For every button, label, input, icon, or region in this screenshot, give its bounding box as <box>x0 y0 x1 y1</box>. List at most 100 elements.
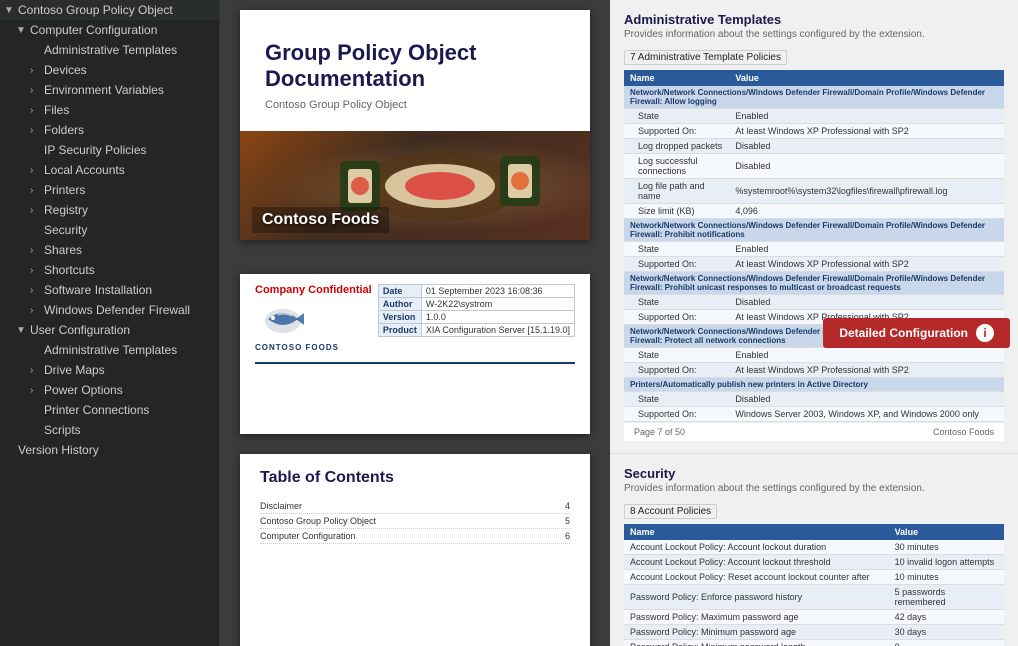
spacer <box>30 225 44 236</box>
sidebar-item-security[interactable]: Security <box>0 220 219 240</box>
arrow-icon: › <box>30 125 44 136</box>
spacer <box>30 405 44 416</box>
security-section: Security Provides information about the … <box>610 454 1018 646</box>
policy-row: Supported On:Windows Server 2003, Window… <box>624 407 1004 422</box>
conf-company-name: CONTOSO FOODS <box>255 343 339 352</box>
arrow-icon: › <box>30 185 44 196</box>
sidebar-item-admin-templates-2[interactable]: Administrative Templates <box>0 340 219 360</box>
arrow-icon: ▼ <box>16 25 30 36</box>
sidebar-env-vars-label: Environment Variables <box>44 83 213 97</box>
account-policies-badge: 8 Account Policies <box>624 504 717 519</box>
conf-logo-area: Company Confidential CONTOSO FOO <box>255 284 372 352</box>
toc-item-page: 5 <box>565 516 570 526</box>
food-image: Contoso Foods <box>240 131 590 240</box>
policy-row: Network/Network Connections/Windows Defe… <box>624 219 1004 242</box>
toc-row: Computer Configuration6 <box>260 529 570 544</box>
sidebar-devices-label: Devices <box>44 63 213 77</box>
policy-value: Enabled <box>729 242 1004 257</box>
conf-info-table: Date 01 September 2023 16:08:36 Author W… <box>378 284 575 337</box>
badge-detailed-config: Detailed Configuration i <box>823 318 1010 348</box>
sidebar-item-local-accounts[interactable]: › Local Accounts <box>0 160 219 180</box>
slide-title-content: Group Policy Object Documentation Contos… <box>240 10 590 131</box>
preview-area: Group Policy Object Documentation Contos… <box>220 0 1018 646</box>
admin-title: Administrative Templates <box>624 12 1004 27</box>
policy-row: Printers/Automatically publish new print… <box>624 378 1004 392</box>
sidebar-printer-connections-label: Printer Connections <box>44 403 213 417</box>
sidebar-item-computer-config[interactable]: ▼ Computer Configuration <box>0 20 219 40</box>
sidebar-item-scripts[interactable]: Scripts <box>0 420 219 440</box>
policy-name: State <box>624 295 729 310</box>
toc-item-page: 4 <box>565 501 570 511</box>
policy-row: Size limit (KB)4,096 <box>624 204 1004 219</box>
policy-name: Supported On: <box>624 363 729 378</box>
sidebar-item-printers[interactable]: › Printers <box>0 180 219 200</box>
sidebar-item-ip-security[interactable]: IP Security Policies <box>0 140 219 160</box>
sidebar-item-env-vars[interactable]: › Environment Variables <box>0 80 219 100</box>
sidebar-root-label: Contoso Group Policy Object <box>18 3 213 17</box>
acct-policy-name: Password Policy: Minimum password length <box>624 640 889 646</box>
sidebar-folders-label: Folders <box>44 123 213 137</box>
sidebar-registry-label: Registry <box>44 203 213 217</box>
account-policy-row: Password Policy: Minimum password age30 … <box>624 625 1004 640</box>
security-subtitle: Provides information about the settings … <box>624 483 1004 494</box>
arrow-icon: › <box>30 385 44 396</box>
account-policy-row: Account Lockout Policy: Account lockout … <box>624 540 1004 555</box>
sidebar-shortcuts-label: Shortcuts <box>44 263 213 277</box>
arrow-icon: › <box>30 65 44 76</box>
version-value: 1.0.0 <box>421 311 574 324</box>
slide-title: Group Policy Object Documentation Contos… <box>240 10 590 240</box>
sidebar-item-admin-templates-1[interactable]: Administrative Templates <box>0 40 219 60</box>
doc-subtitle: Contoso Group Policy Object <box>265 99 565 111</box>
acct-policy-value: 10 minutes <box>889 570 1004 585</box>
policy-name: Log successful connections <box>624 154 729 179</box>
sidebar-security-label: Security <box>44 223 213 237</box>
sidebar-item-version-history[interactable]: Version History <box>0 440 219 460</box>
sidebar-item-shortcuts[interactable]: › Shortcuts <box>0 260 219 280</box>
sidebar-item-win-defender[interactable]: › Windows Defender Firewall <box>0 300 219 320</box>
policy-count-badge: 7 Administrative Template Policies <box>624 50 787 65</box>
sidebar-item-registry[interactable]: › Registry <box>0 200 219 220</box>
page-number: Page 7 of 50 <box>634 427 685 437</box>
sidebar-item-folders[interactable]: › Folders <box>0 120 219 140</box>
arrow-icon: ▼ <box>16 325 30 336</box>
policy-value: Enabled <box>729 109 1004 124</box>
policy-value: At least Windows XP Professional with SP… <box>729 363 1004 378</box>
doc-preview[interactable]: Group Policy Object Documentation Contos… <box>220 0 610 646</box>
policy-value: At least Windows XP Professional with SP… <box>729 257 1004 272</box>
version-label: Version <box>378 311 421 324</box>
policy-row: StateEnabled <box>624 348 1004 363</box>
acct-policy-name: Password Policy: Minimum password age <box>624 625 889 640</box>
account-policy-row: Password Policy: Maximum password age42 … <box>624 610 1004 625</box>
acct-policy-name: Password Policy: Maximum password age <box>624 610 889 625</box>
date-value: 01 September 2023 16:08:36 <box>421 285 574 298</box>
policy-col-value: Value <box>729 70 1004 86</box>
sidebar-item-software-install[interactable]: › Software Installation <box>0 280 219 300</box>
sidebar-item-root[interactable]: ▼ Contoso Group Policy Object <box>0 0 219 20</box>
sidebar-item-devices[interactable]: › Devices <box>0 60 219 80</box>
sidebar: ▼ Contoso Group Policy Object ▼ Computer… <box>0 0 220 646</box>
policy-row: Network/Network Connections/Windows Defe… <box>624 86 1004 109</box>
arrow-icon: › <box>30 205 44 216</box>
acct-policy-value: 30 days <box>889 625 1004 640</box>
main-content: Group Policy Object Documentation Contos… <box>220 0 1018 646</box>
sidebar-item-shares[interactable]: › Shares <box>0 240 219 260</box>
policy-table-body: Network/Network Connections/Windows Defe… <box>624 86 1004 422</box>
logo-svg <box>258 299 308 339</box>
policy-table: Name Value Network/Network Connections/W… <box>624 70 1004 422</box>
sidebar-item-power-options[interactable]: › Power Options <box>0 380 219 400</box>
sidebar-item-drive-maps[interactable]: › Drive Maps <box>0 360 219 380</box>
sidebar-item-printer-connections[interactable]: Printer Connections <box>0 400 219 420</box>
arrow-icon: › <box>30 165 44 176</box>
account-policy-row: Password Policy: Minimum password length… <box>624 640 1004 646</box>
sidebar-item-files[interactable]: › Files <box>0 100 219 120</box>
spacer <box>30 345 44 356</box>
acct-policy-value: 10 invalid logon attempts <box>889 555 1004 570</box>
acct-policy-name: Password Policy: Enforce password histor… <box>624 585 889 610</box>
sidebar-item-user-config[interactable]: ▼ User Configuration <box>0 320 219 340</box>
policy-group-header: Network/Network Connections/Windows Defe… <box>624 86 1004 109</box>
conf-bottom <box>240 369 590 429</box>
acct-policy-value: 42 days <box>889 610 1004 625</box>
policy-row: StateEnabled <box>624 242 1004 257</box>
admin-subtitle: Provides information about the settings … <box>624 29 1004 40</box>
toc-row: Contoso Group Policy Object5 <box>260 514 570 529</box>
